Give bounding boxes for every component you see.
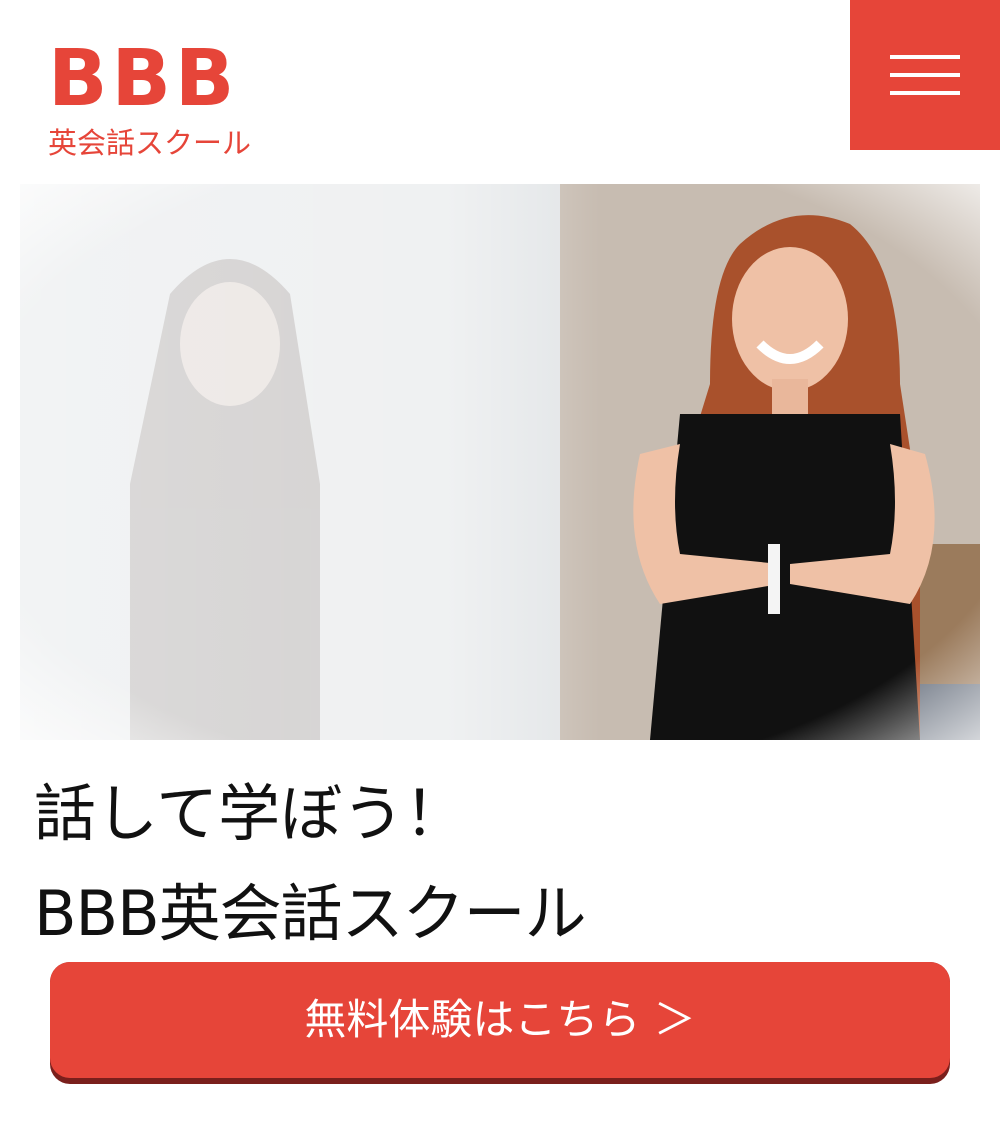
hamburger-icon-bar: [890, 73, 960, 77]
free-trial-button[interactable]: 無料体験はこちら ＞: [50, 962, 950, 1084]
hamburger-icon: [890, 55, 960, 59]
hero-image: [0, 162, 1000, 762]
landing-page: BBB 英会話スクール 話して学ぼう！ BBB英会話スクール 無料体験はこちら …: [0, 0, 1000, 1138]
logo[interactable]: BBB 英会話スクール: [48, 40, 251, 160]
headline-line-1: 話して学ぼう！: [34, 777, 467, 850]
free-trial-button-face[interactable]: 無料体験はこちら ＞: [50, 962, 950, 1078]
hamburger-icon-bar: [890, 91, 960, 95]
hero-photo: [20, 184, 980, 740]
logo-mark: BBB: [48, 34, 239, 124]
logo-subtitle: 英会話スクール: [48, 126, 252, 160]
headline-line-2: BBB英会話スクール: [34, 877, 587, 950]
free-trial-button-label: 無料体験はこちら ＞: [304, 995, 696, 1044]
menu-button[interactable]: [850, 0, 1000, 150]
hero-photo-illustration: [20, 184, 980, 740]
hero-headline: 話して学ぼう！ BBB英会話スクール: [34, 778, 974, 950]
